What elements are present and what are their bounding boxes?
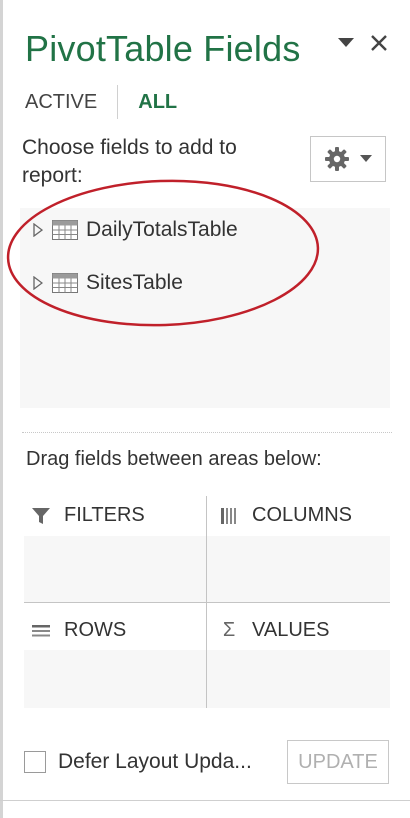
defer-layout-checkbox[interactable] <box>24 751 46 773</box>
values-area-header: Σ VALUES <box>218 619 330 642</box>
values-dropzone[interactable] <box>207 650 390 708</box>
columns-dropzone[interactable] <box>207 536 390 602</box>
gear-icon <box>325 147 349 171</box>
expand-triangle-icon[interactable] <box>30 223 46 237</box>
sigma-icon: Σ <box>222 619 236 641</box>
table-icon <box>52 273 78 293</box>
filters-label: FILTERS <box>64 504 145 526</box>
pane-bottom-border <box>0 800 410 801</box>
field-list[interactable]: DailyTotalsTable SitesTable <box>20 208 390 408</box>
field-table-dailytotals[interactable]: DailyTotalsTable <box>30 215 238 245</box>
values-label: VALUES <box>252 619 330 641</box>
columns-icon <box>218 507 240 525</box>
close-icon <box>371 35 387 51</box>
rows-label: ROWS <box>64 619 127 641</box>
rows-area-header: ROWS <box>30 619 126 642</box>
triangle-down-icon <box>338 38 354 47</box>
defer-layout-label: Defer Layout Upda... <box>58 750 252 773</box>
filter-icon <box>30 506 52 526</box>
pane-left-border <box>0 0 3 818</box>
rows-icon <box>30 623 52 639</box>
tab-all[interactable]: ALL <box>138 91 177 114</box>
area-divider-horizontal <box>24 602 390 603</box>
drag-areas-label: Drag fields between areas below: <box>26 448 322 470</box>
field-table-sites[interactable]: SitesTable <box>30 268 183 298</box>
tab-separator <box>117 85 119 119</box>
filters-area-header: FILTERS <box>30 504 145 527</box>
field-list-settings-button[interactable] <box>310 136 386 182</box>
rows-dropzone[interactable] <box>24 650 206 708</box>
pivot-areas: FILTERS COLUMNS ROWS Σ VALUES <box>24 496 390 708</box>
columns-label: COLUMNS <box>252 504 353 526</box>
pane-options-button[interactable] <box>333 30 359 56</box>
table-icon <box>52 220 78 240</box>
defer-layout-update[interactable]: Defer Layout Upda... <box>24 750 252 774</box>
pane-close-button[interactable] <box>366 30 392 56</box>
choose-fields-label: Choose fields to add to report: <box>22 136 237 187</box>
field-tabs: ACTIVE ALL <box>25 85 177 119</box>
filters-dropzone[interactable] <box>24 536 206 602</box>
section-divider <box>22 432 392 433</box>
update-button[interactable]: UPDATE <box>287 740 389 784</box>
field-table-label: SitesTable <box>86 271 183 294</box>
expand-triangle-icon[interactable] <box>30 276 46 290</box>
field-table-label: DailyTotalsTable <box>86 218 238 241</box>
tab-active[interactable]: ACTIVE <box>25 91 97 114</box>
columns-area-header: COLUMNS <box>218 504 352 527</box>
pane-title: PivotTable Fields <box>25 28 301 69</box>
chevron-down-icon <box>360 155 372 162</box>
